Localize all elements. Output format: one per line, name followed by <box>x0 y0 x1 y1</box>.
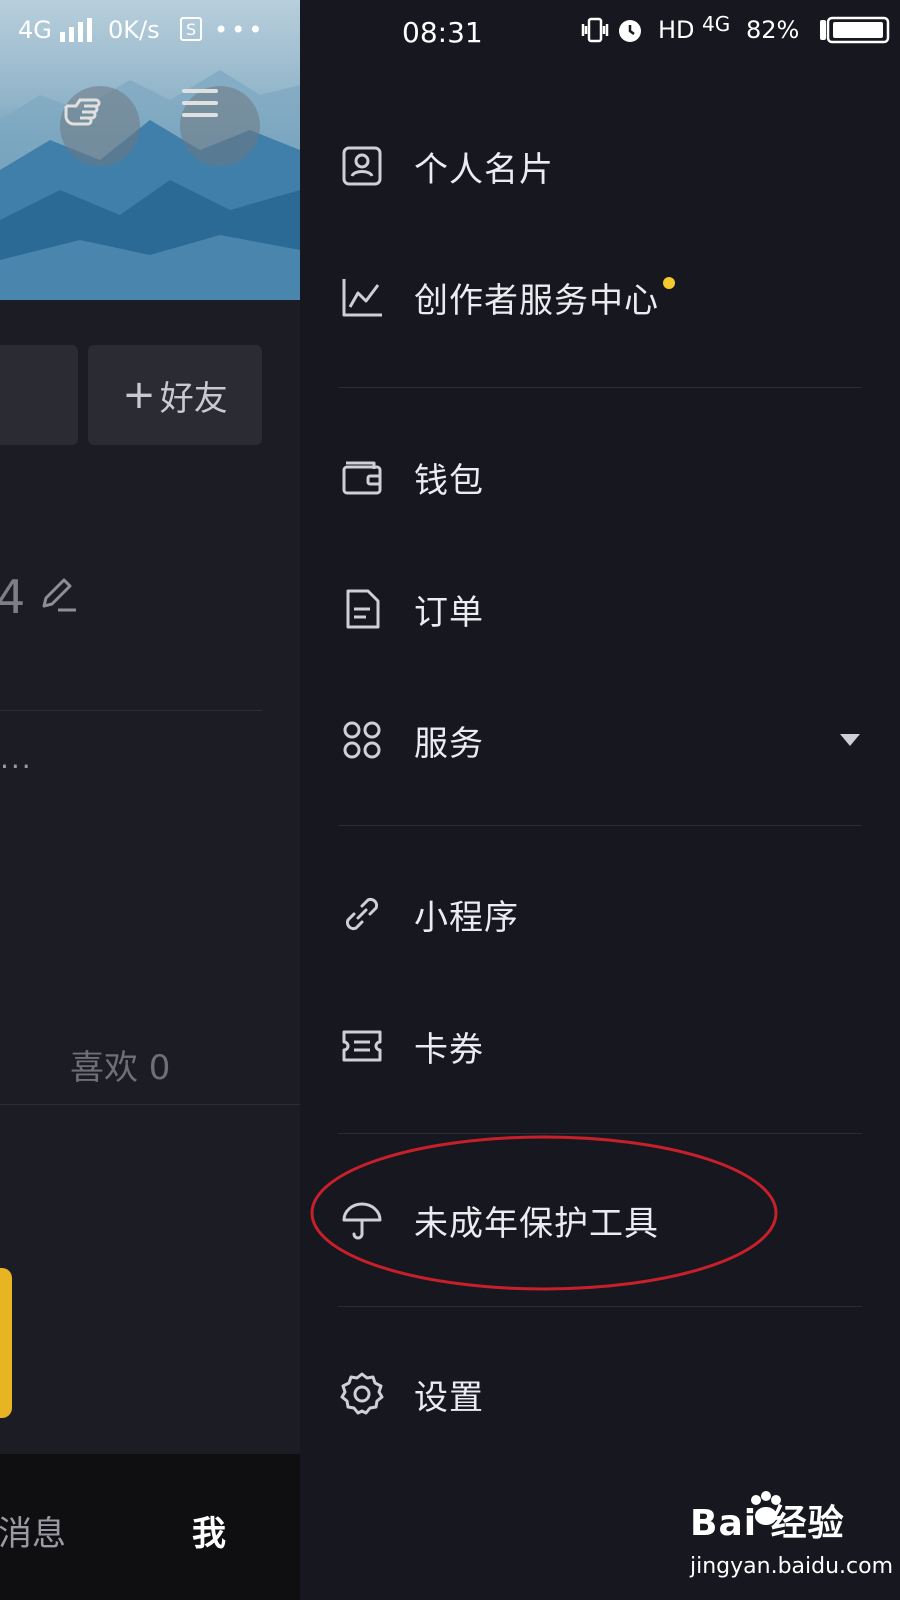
menu-item-mini-programs[interactable]: 小程序 <box>338 874 878 954</box>
highlight-ring <box>310 1135 778 1291</box>
battery-percent: 82% <box>746 16 800 44</box>
menu-item-coupons[interactable]: 卡券 <box>338 1006 878 1086</box>
hamburger-icon <box>182 89 218 117</box>
sim-s-icon: S <box>178 16 204 42</box>
menu-label: 订单 <box>414 592 484 633</box>
signal-icon <box>59 18 92 42</box>
tab-messages[interactable]: 消息 <box>0 1506 66 1555</box>
network-left: 4G <box>18 16 96 44</box>
notification-dot <box>663 277 675 289</box>
menu-label: 服务 <box>414 723 484 764</box>
likes-tab[interactable]: 喜欢 0 <box>70 1040 170 1089</box>
plus-icon: + <box>122 372 156 418</box>
background-profile-page: + 好友 4 ... 喜欢 0 消息 我 <box>0 0 300 1600</box>
gear-icon <box>338 1370 386 1418</box>
divider <box>338 825 862 826</box>
menu-item-services[interactable]: 服务 <box>338 700 878 780</box>
contact-card-icon <box>338 142 386 190</box>
menu-item-wallet[interactable]: 钱包 <box>338 437 878 517</box>
hd-label: HD <box>658 16 695 44</box>
divider <box>338 387 862 388</box>
menu-item-contact-card[interactable]: 个人名片 <box>338 126 878 206</box>
edit-pencil-icon[interactable] <box>36 572 80 616</box>
add-friend-button[interactable]: + 好友 <box>88 345 262 445</box>
document-icon <box>338 585 386 633</box>
truncated-text: ... <box>0 742 33 775</box>
line-chart-icon <box>338 273 386 321</box>
baidu-jingyan-watermark: Bai 经验 jingyan.baidu.com <box>690 1491 894 1594</box>
menu-label: 个人名片 <box>414 149 554 190</box>
tab-me[interactable]: 我 <box>192 1506 226 1555</box>
divider <box>0 1104 300 1105</box>
menu-label: 卡券 <box>414 1029 484 1070</box>
profile-action-button[interactable] <box>0 345 78 445</box>
yellow-floating-tab[interactable] <box>0 1268 12 1418</box>
grid-icon <box>338 716 386 764</box>
menu-label: 小程序 <box>414 897 519 938</box>
link-icon <box>338 890 386 938</box>
divider <box>338 1306 862 1307</box>
battery-icon <box>818 16 890 44</box>
menu-label: 钱包 <box>414 460 484 501</box>
divider <box>0 710 262 711</box>
alarm-icon <box>616 16 644 44</box>
menu-label: 创作者服务中心 <box>414 280 659 321</box>
menu-item-settings[interactable]: 设置 <box>338 1354 878 1434</box>
network-speed: 0K/s <box>108 16 160 44</box>
paw-icon <box>751 1491 781 1525</box>
clock: 08:31 <box>402 16 483 49</box>
watermark-url: jingyan.baidu.com <box>690 1554 894 1579</box>
status-bar: 4G 0K/s S ••• 08:31 HD 4G 82% <box>0 0 900 64</box>
chevron-down-icon[interactable] <box>838 732 862 748</box>
network-type-left: 4G <box>18 16 52 44</box>
stat-number: 4 <box>0 570 26 624</box>
menu-item-creator-center[interactable]: 创作者服务中心 <box>338 257 878 337</box>
menu-button[interactable] <box>180 86 260 166</box>
network-type-right: 4G <box>702 12 731 36</box>
hand-pointer-button[interactable] <box>60 86 140 166</box>
hand-pointer-icon <box>64 98 101 126</box>
vibrate-icon <box>580 16 610 44</box>
menu-label: 设置 <box>414 1377 484 1418</box>
more-icon: ••• <box>214 16 266 44</box>
svg-text:S: S <box>186 20 196 39</box>
ticket-icon <box>338 1022 386 1070</box>
add-friend-label: 好友 <box>159 378 228 419</box>
wallet-icon <box>338 453 386 501</box>
menu-item-orders[interactable]: 订单 <box>338 569 878 649</box>
